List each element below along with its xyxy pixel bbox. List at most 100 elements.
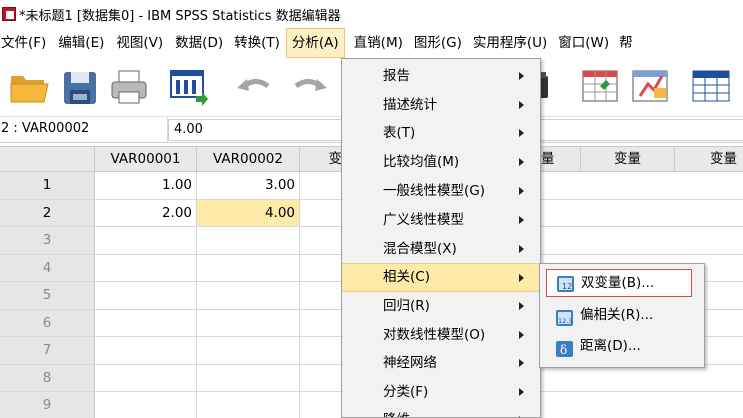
row-number[interactable]: 1 [0, 172, 95, 199]
menu-item-label: 相关(C) [383, 269, 430, 285]
row-number[interactable]: 3 [0, 227, 95, 254]
menu-item-label: 比较均值(M) [383, 154, 460, 170]
data-cell[interactable] [95, 337, 197, 364]
data-cell[interactable] [197, 364, 300, 391]
column-header-var00002[interactable]: VAR00002 [197, 147, 300, 172]
menu-item-label: 表(T) [383, 125, 416, 141]
data-cell[interactable] [197, 282, 300, 309]
menu-item-tables[interactable]: 表(T) [342, 119, 540, 148]
insert-cases-icon[interactable] [580, 66, 622, 108]
svg-text:12.3: 12.3 [558, 317, 572, 325]
data-cell[interactable] [197, 337, 300, 364]
undo-icon[interactable] [234, 66, 276, 108]
menu-item-label: 对数线性模型(O) [383, 327, 486, 343]
corner-cell[interactable] [0, 147, 95, 172]
menu-item-dimension-reduction[interactable]: 降维 [342, 406, 540, 417]
data-cell[interactable] [95, 227, 197, 254]
menu-item-distances[interactable]: δ 距离(D)... [540, 331, 704, 361]
data-cell[interactable]: 1.00 [95, 172, 197, 199]
submenu-arrow-icon [519, 359, 524, 367]
menu-item-neural-networks[interactable]: 神经网络 [342, 349, 540, 378]
menu-item-general-linear-model[interactable]: 一般线性模型(G) [342, 177, 540, 206]
distances-icon: δ [556, 338, 573, 357]
split-file-icon[interactable] [690, 66, 732, 108]
cell-name-box: 2 : VAR00002 [0, 117, 168, 143]
menu-item-label: 一般线性模型(G) [383, 183, 485, 199]
row-number[interactable]: 2 [0, 199, 95, 226]
submenu-arrow-icon [519, 274, 524, 282]
data-cell[interactable] [197, 254, 300, 281]
menu-item-label: 广义线性模型 [383, 212, 464, 228]
menu-item-regression[interactable]: 回归(R) [342, 292, 540, 321]
menu-analyze[interactable]: 分析(A) [285, 28, 345, 58]
data-cell[interactable] [95, 254, 197, 281]
row-number[interactable]: 9 [0, 392, 95, 418]
menu-item-bivariate[interactable]: 12 双变量(B)... [546, 269, 692, 297]
title-bar: *未标题1 [数据集0] - IBM SPSS Statistics 数据编辑器 [0, 0, 743, 28]
row-number[interactable]: 7 [0, 337, 95, 364]
menu-item-reports[interactable]: 报告 [342, 62, 540, 91]
data-cell[interactable] [197, 392, 300, 418]
dialog-recall-icon[interactable] [168, 66, 210, 108]
svg-text:12: 12 [562, 282, 572, 291]
window-title: *未标题1 [数据集0] - IBM SPSS Statistics 数据编辑器 [19, 8, 341, 24]
data-cell[interactable]: 2.00 [95, 199, 197, 226]
column-header-var[interactable]: 变量 [675, 147, 743, 172]
submenu-arrow-icon [519, 245, 524, 253]
menu-item-label: 分类(F) [383, 384, 429, 400]
redo-icon[interactable] [288, 66, 330, 108]
menu-utilities[interactable]: 实用程序(U) [473, 28, 547, 58]
insert-variable-icon[interactable] [630, 66, 672, 108]
submenu-arrow-icon [519, 72, 524, 80]
menu-data[interactable]: 数据(D) [175, 28, 223, 58]
data-cell[interactable] [95, 364, 197, 391]
print-icon[interactable] [108, 66, 150, 108]
menu-item-label: 回归(R) [383, 298, 430, 314]
menu-item-classify[interactable]: 分类(F) [342, 378, 540, 407]
data-cell-selected[interactable]: 4.00 [197, 199, 300, 226]
data-cell[interactable]: 3.00 [197, 172, 300, 199]
column-header-var[interactable]: 变 [300, 147, 343, 172]
column-header-var00001[interactable]: VAR00001 [95, 147, 197, 172]
menu-bar: 文件(F) 编辑(E) 视图(V) 数据(D) 转换(T) 分析(A) 直销(M… [0, 28, 743, 58]
menu-view[interactable]: 视图(V) [116, 28, 163, 58]
save-icon[interactable] [60, 66, 102, 108]
svg-text:δ: δ [560, 343, 567, 357]
menu-item-label: 神经网络 [383, 355, 437, 371]
menu-item-correlate[interactable]: 相关(C) [342, 263, 540, 292]
open-folder-icon[interactable] [8, 66, 50, 108]
spss-app-icon [2, 7, 16, 21]
data-cell[interactable] [95, 392, 197, 418]
menu-file[interactable]: 文件(F) [1, 28, 46, 58]
submenu-arrow-icon [519, 158, 524, 166]
menu-item-compare-means[interactable]: 比较均值(M) [342, 148, 540, 177]
menu-graphs[interactable]: 图形(G) [414, 28, 462, 58]
menu-item-label: 报告 [383, 68, 410, 84]
menu-window[interactable]: 窗口(W) [558, 28, 609, 58]
menu-item-label: 降维 [383, 412, 410, 417]
data-cell[interactable] [197, 309, 300, 336]
menu-item-label: 距离(D)... [580, 338, 641, 354]
row-number[interactable]: 4 [0, 254, 95, 281]
menu-item-loglinear[interactable]: 对数线性模型(O) [342, 321, 540, 350]
menu-direct-marketing[interactable]: 直销(M) [354, 28, 403, 58]
row-number[interactable]: 6 [0, 309, 95, 336]
submenu-arrow-icon [519, 302, 524, 310]
submenu-arrow-icon [519, 216, 524, 224]
data-cell[interactable] [197, 227, 300, 254]
row-number[interactable]: 5 [0, 282, 95, 309]
data-cell[interactable] [95, 282, 197, 309]
data-cell[interactable] [95, 309, 197, 336]
menu-item-generalized-linear-models[interactable]: 广义线性模型 [342, 206, 540, 235]
menu-item-mixed-models[interactable]: 混合模型(X) [342, 235, 540, 264]
row-number[interactable]: 8 [0, 364, 95, 391]
menu-item-partial[interactable]: 12.3 偏相关(R)... [540, 300, 704, 330]
submenu-arrow-icon [519, 388, 524, 396]
menu-edit[interactable]: 编辑(E) [58, 28, 104, 58]
submenu-arrow-icon [519, 187, 524, 195]
menu-transform[interactable]: 转换(T) [234, 28, 280, 58]
menu-item-descriptive-statistics[interactable]: 描述统计 [342, 91, 540, 120]
column-header-var[interactable]: 量 [541, 147, 581, 172]
column-header-var[interactable]: 变量 [581, 147, 675, 172]
menu-help[interactable]: 帮 [619, 28, 633, 58]
